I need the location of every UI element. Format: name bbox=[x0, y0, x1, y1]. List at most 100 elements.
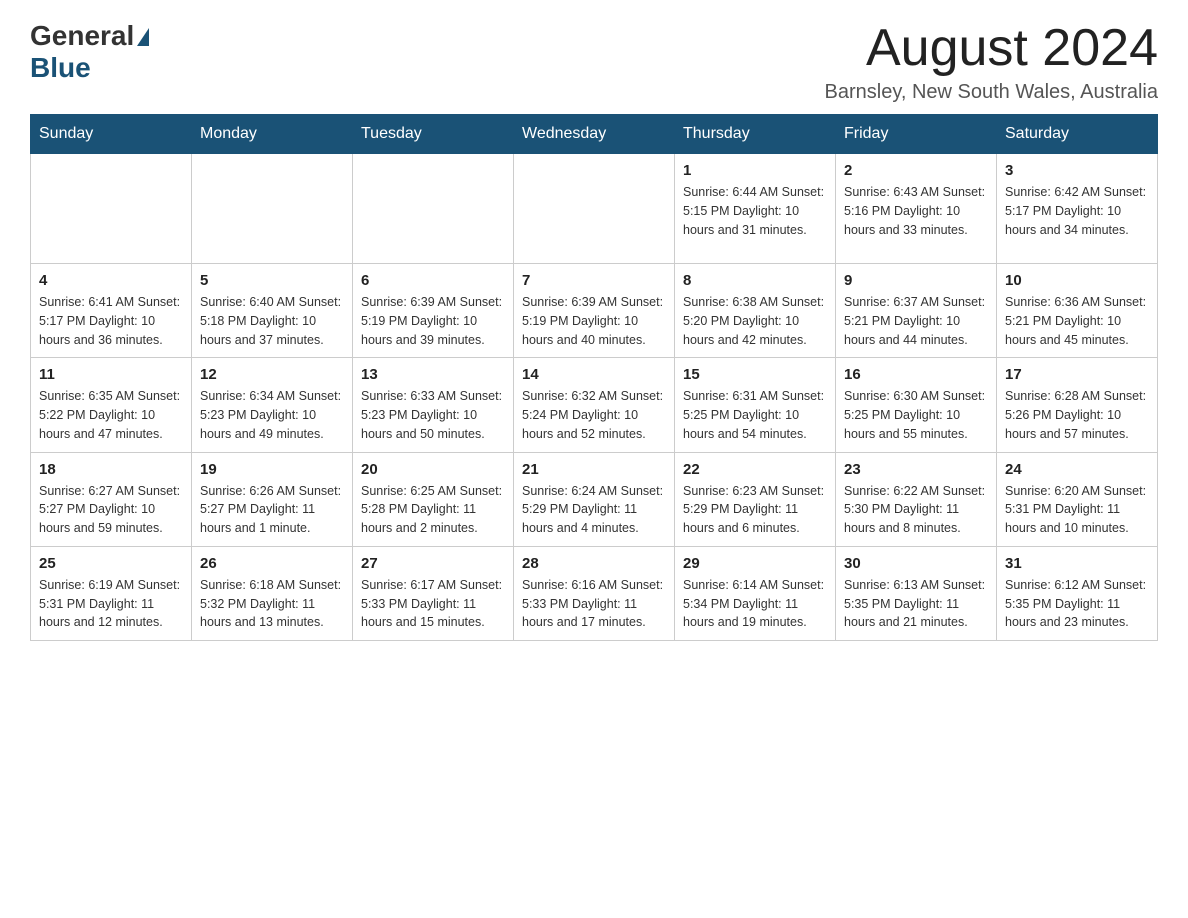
calendar-day-cell: 14Sunrise: 6:32 AM Sunset: 5:24 PM Dayli… bbox=[514, 358, 675, 452]
logo-general-text: General bbox=[30, 20, 134, 52]
calendar-day-cell: 26Sunrise: 6:18 AM Sunset: 5:32 PM Dayli… bbox=[192, 546, 353, 640]
calendar-day-cell: 5 Sunrise: 6:40 AM Sunset: 5:18 PM Daylig… bbox=[192, 264, 353, 358]
calendar-day-cell bbox=[31, 154, 192, 264]
calendar-day-cell bbox=[353, 154, 514, 264]
calendar-day-cell: 28 Sunrise: 6:16 AM Sunset: 5:33 PM Dayli… bbox=[514, 546, 675, 640]
day-info: Sunrise: 6:13 AM Sunset: 5:35 PM Dayligh… bbox=[844, 576, 988, 632]
day-info: Sunrise: 6:12 AM Sunset: 5:35 PM Dayligh… bbox=[1005, 576, 1149, 632]
day-info: Sunrise: 6:16 AM Sunset: 5:33 PM Dayligh… bbox=[522, 576, 666, 632]
calendar-day-cell: 3 Sunrise: 6:42 AM Sunset: 5:17 PM Daylig… bbox=[997, 154, 1158, 264]
day-info: Sunrise: 6:22 AM Sunset: 5:30 PM Dayligh… bbox=[844, 482, 988, 538]
day-number: 12 bbox=[200, 366, 344, 383]
day-info: Sunrise: 6:39 AM Sunset: 5:19 PM Dayligh… bbox=[361, 293, 505, 349]
calendar-day-cell: 8 Sunrise: 6:38 AM Sunset: 5:20 PM Daylig… bbox=[675, 264, 836, 358]
day-number: 19 bbox=[200, 461, 344, 478]
weekday-header-sunday: Sunday bbox=[31, 115, 192, 154]
calendar-day-cell: 9 Sunrise: 6:37 AM Sunset: 5:21 PM Daylig… bbox=[836, 264, 997, 358]
calendar-week-row: 18 Sunrise: 6:27 AM Sunset: 5:27 PM Dayli… bbox=[31, 452, 1158, 546]
day-number: 20 bbox=[361, 461, 505, 478]
day-info: Sunrise: 6:33 AM Sunset: 5:23 PM Dayligh… bbox=[361, 387, 505, 443]
day-info: Sunrise: 6:27 AM Sunset: 5:27 PM Dayligh… bbox=[39, 482, 183, 538]
title-section: August 2024 Barnsley, New South Wales, A… bbox=[825, 20, 1158, 104]
day-info: Sunrise: 6:26 AM Sunset: 5:27 PM Dayligh… bbox=[200, 482, 344, 538]
day-number: 5 bbox=[200, 272, 344, 289]
calendar-day-cell: 15 Sunrise: 6:31 AM Sunset: 5:25 PM Dayli… bbox=[675, 358, 836, 452]
calendar-day-cell: 6 Sunrise: 6:39 AM Sunset: 5:19 PM Daylig… bbox=[353, 264, 514, 358]
calendar-day-cell: 18 Sunrise: 6:27 AM Sunset: 5:27 PM Dayli… bbox=[31, 452, 192, 546]
calendar-day-cell: 30 Sunrise: 6:13 AM Sunset: 5:35 PM Dayli… bbox=[836, 546, 997, 640]
day-number: 3 bbox=[1005, 162, 1149, 179]
calendar-day-cell: 13 Sunrise: 6:33 AM Sunset: 5:23 PM Dayli… bbox=[353, 358, 514, 452]
day-number: 31 bbox=[1005, 555, 1149, 572]
weekday-header-row: SundayMondayTuesdayWednesdayThursdayFrid… bbox=[31, 115, 1158, 154]
day-number: 15 bbox=[683, 366, 827, 383]
day-info: Sunrise: 6:18 AM Sunset: 5:32 PM Dayligh… bbox=[200, 576, 344, 632]
day-info: Sunrise: 6:24 AM Sunset: 5:29 PM Dayligh… bbox=[522, 482, 666, 538]
calendar-day-cell: 11 Sunrise: 6:35 AM Sunset: 5:22 PM Dayli… bbox=[31, 358, 192, 452]
weekday-header-wednesday: Wednesday bbox=[514, 115, 675, 154]
calendar-title: August 2024 bbox=[825, 20, 1158, 77]
day-number: 25 bbox=[39, 555, 183, 572]
day-info: Sunrise: 6:43 AM Sunset: 5:16 PM Dayligh… bbox=[844, 183, 988, 239]
logo-triangle-icon bbox=[137, 28, 149, 46]
day-info: Sunrise: 6:31 AM Sunset: 5:25 PM Dayligh… bbox=[683, 387, 827, 443]
day-info: Sunrise: 6:17 AM Sunset: 5:33 PM Dayligh… bbox=[361, 576, 505, 632]
calendar-day-cell: 25Sunrise: 6:19 AM Sunset: 5:31 PM Dayli… bbox=[31, 546, 192, 640]
day-number: 8 bbox=[683, 272, 827, 289]
day-info: Sunrise: 6:37 AM Sunset: 5:21 PM Dayligh… bbox=[844, 293, 988, 349]
calendar-week-row: 4Sunrise: 6:41 AM Sunset: 5:17 PM Daylig… bbox=[31, 264, 1158, 358]
day-number: 30 bbox=[844, 555, 988, 572]
calendar-table: SundayMondayTuesdayWednesdayThursdayFrid… bbox=[30, 114, 1158, 641]
day-info: Sunrise: 6:30 AM Sunset: 5:25 PM Dayligh… bbox=[844, 387, 988, 443]
calendar-day-cell: 24 Sunrise: 6:20 AM Sunset: 5:31 PM Dayli… bbox=[997, 452, 1158, 546]
day-info: Sunrise: 6:32 AM Sunset: 5:24 PM Dayligh… bbox=[522, 387, 666, 443]
day-info: Sunrise: 6:20 AM Sunset: 5:31 PM Dayligh… bbox=[1005, 482, 1149, 538]
day-number: 9 bbox=[844, 272, 988, 289]
day-number: 13 bbox=[361, 366, 505, 383]
calendar-week-row: 1 Sunrise: 6:44 AM Sunset: 5:15 PM Daylig… bbox=[31, 154, 1158, 264]
calendar-day-cell: 21Sunrise: 6:24 AM Sunset: 5:29 PM Dayli… bbox=[514, 452, 675, 546]
day-number: 10 bbox=[1005, 272, 1149, 289]
day-number: 23 bbox=[844, 461, 988, 478]
calendar-day-cell: 1 Sunrise: 6:44 AM Sunset: 5:15 PM Daylig… bbox=[675, 154, 836, 264]
day-info: Sunrise: 6:38 AM Sunset: 5:20 PM Dayligh… bbox=[683, 293, 827, 349]
calendar-subtitle: Barnsley, New South Wales, Australia bbox=[825, 81, 1158, 104]
day-number: 17 bbox=[1005, 366, 1149, 383]
day-number: 16 bbox=[844, 366, 988, 383]
day-info: Sunrise: 6:14 AM Sunset: 5:34 PM Dayligh… bbox=[683, 576, 827, 632]
day-number: 27 bbox=[361, 555, 505, 572]
day-info: Sunrise: 6:39 AM Sunset: 5:19 PM Dayligh… bbox=[522, 293, 666, 349]
calendar-day-cell: 10 Sunrise: 6:36 AM Sunset: 5:21 PM Dayli… bbox=[997, 264, 1158, 358]
day-info: Sunrise: 6:40 AM Sunset: 5:18 PM Dayligh… bbox=[200, 293, 344, 349]
day-info: Sunrise: 6:35 AM Sunset: 5:22 PM Dayligh… bbox=[39, 387, 183, 443]
day-info: Sunrise: 6:36 AM Sunset: 5:21 PM Dayligh… bbox=[1005, 293, 1149, 349]
day-info: Sunrise: 6:23 AM Sunset: 5:29 PM Dayligh… bbox=[683, 482, 827, 538]
day-info: Sunrise: 6:28 AM Sunset: 5:26 PM Dayligh… bbox=[1005, 387, 1149, 443]
calendar-day-cell: 27 Sunrise: 6:17 AM Sunset: 5:33 PM Dayli… bbox=[353, 546, 514, 640]
weekday-header-monday: Monday bbox=[192, 115, 353, 154]
calendar-day-cell: 17 Sunrise: 6:28 AM Sunset: 5:26 PM Dayli… bbox=[997, 358, 1158, 452]
day-number: 4 bbox=[39, 272, 183, 289]
day-info: Sunrise: 6:25 AM Sunset: 5:28 PM Dayligh… bbox=[361, 482, 505, 538]
calendar-day-cell: 12Sunrise: 6:34 AM Sunset: 5:23 PM Dayli… bbox=[192, 358, 353, 452]
day-info: Sunrise: 6:44 AM Sunset: 5:15 PM Dayligh… bbox=[683, 183, 827, 239]
calendar-week-row: 25Sunrise: 6:19 AM Sunset: 5:31 PM Dayli… bbox=[31, 546, 1158, 640]
calendar-day-cell: 2Sunrise: 6:43 AM Sunset: 5:16 PM Daylig… bbox=[836, 154, 997, 264]
day-number: 11 bbox=[39, 366, 183, 383]
calendar-day-cell: 19 Sunrise: 6:26 AM Sunset: 5:27 PM Dayli… bbox=[192, 452, 353, 546]
day-number: 18 bbox=[39, 461, 183, 478]
calendar-day-cell: 16 Sunrise: 6:30 AM Sunset: 5:25 PM Dayli… bbox=[836, 358, 997, 452]
day-number: 6 bbox=[361, 272, 505, 289]
day-number: 28 bbox=[522, 555, 666, 572]
calendar-day-cell: 29 Sunrise: 6:14 AM Sunset: 5:34 PM Dayli… bbox=[675, 546, 836, 640]
calendar-day-cell: 31 Sunrise: 6:12 AM Sunset: 5:35 PM Dayli… bbox=[997, 546, 1158, 640]
calendar-day-cell: 20 Sunrise: 6:25 AM Sunset: 5:28 PM Dayli… bbox=[353, 452, 514, 546]
day-number: 1 bbox=[683, 162, 827, 179]
day-number: 7 bbox=[522, 272, 666, 289]
day-info: Sunrise: 6:42 AM Sunset: 5:17 PM Dayligh… bbox=[1005, 183, 1149, 239]
calendar-day-cell bbox=[192, 154, 353, 264]
day-number: 24 bbox=[1005, 461, 1149, 478]
calendar-week-row: 11 Sunrise: 6:35 AM Sunset: 5:22 PM Dayli… bbox=[31, 358, 1158, 452]
day-number: 29 bbox=[683, 555, 827, 572]
weekday-header-thursday: Thursday bbox=[675, 115, 836, 154]
